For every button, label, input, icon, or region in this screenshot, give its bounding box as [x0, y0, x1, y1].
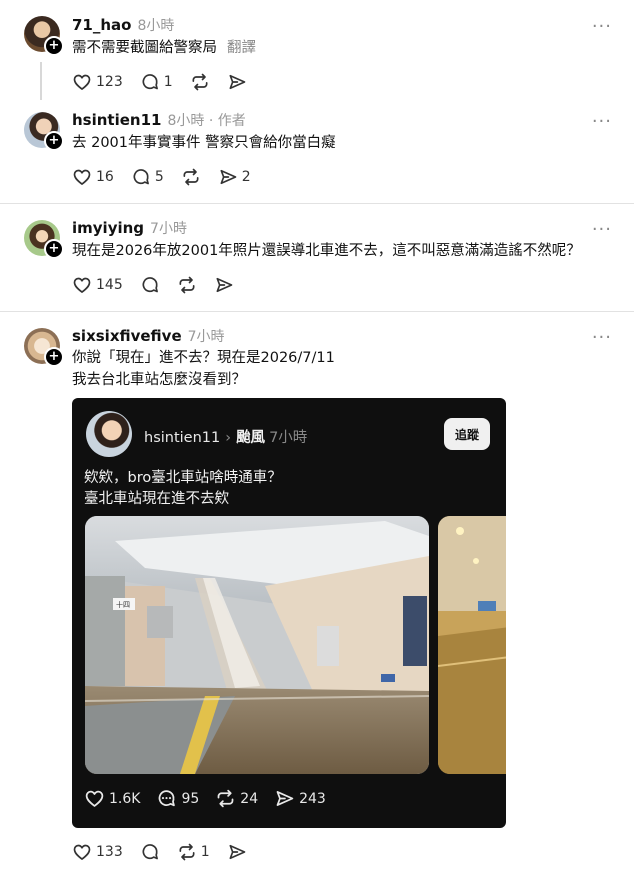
flooded-station-image: 十四	[85, 516, 429, 774]
repost-icon	[181, 167, 201, 187]
divider	[0, 311, 634, 312]
flooded-corridor-image	[438, 516, 506, 774]
share-icon	[227, 842, 247, 862]
post-text: 去 2001年事實事件 警察只會給你當白癡	[72, 135, 336, 151]
reply-button[interactable]: 1	[140, 72, 173, 92]
like-button[interactable]: 123	[72, 72, 123, 92]
share-icon	[214, 275, 234, 295]
share-button[interactable]	[214, 275, 234, 295]
follow-button[interactable]: 追蹤	[444, 418, 490, 450]
post-text-line-1: 你說「現在」進不去？現在是2026/7/11	[72, 350, 335, 366]
quoted-like-button[interactable]: 1.6K	[84, 788, 140, 809]
quoted-reply-button[interactable]: 95	[156, 788, 199, 809]
heart-icon	[72, 72, 92, 92]
plus-icon[interactable]: +	[44, 131, 64, 151]
repost-icon	[215, 788, 236, 809]
share-icon	[218, 167, 238, 187]
comment-icon	[140, 842, 160, 862]
post-time: 7小時	[150, 221, 187, 237]
post-text: 現在是2026年放2001年照片還誤導北車進不去，這不叫惡意滿滿造謠不然呢？	[72, 243, 581, 259]
like-count: 133	[96, 844, 123, 860]
quoted-like-count: 1.6K	[109, 790, 141, 807]
quoted-topic[interactable]: 颱風	[236, 430, 265, 446]
reply-count: 5	[154, 169, 164, 185]
like-count: 123	[96, 74, 123, 90]
share-button[interactable]: 2	[218, 167, 251, 187]
heart-icon	[72, 842, 92, 862]
quoted-time: 7小時	[269, 430, 308, 446]
quoted-post-card[interactable]: hsintien11 › 颱風 7小時 追蹤 欸欸，bro臺北車站啥時通車？ 臺北車站…	[72, 398, 506, 828]
share-button[interactable]	[227, 842, 247, 862]
reply-count: 1	[163, 74, 173, 90]
heart-icon	[72, 275, 92, 295]
repost-button[interactable]	[181, 167, 201, 187]
post-text-content: 需不需要截圖給警察局	[72, 40, 217, 56]
like-button[interactable]: 133	[72, 842, 123, 862]
repost-icon	[190, 72, 210, 92]
post-time: 7小時	[187, 329, 225, 345]
reply-button[interactable]	[140, 842, 160, 862]
more-icon[interactable]: ···	[592, 113, 612, 131]
flooded-station-photo[interactable]: 十四	[85, 516, 429, 774]
comment-icon	[140, 275, 160, 295]
like-button[interactable]: 16	[72, 167, 114, 187]
share-icon	[227, 72, 247, 92]
post-text: 需不需要截圖給警察局 翻譯	[72, 37, 256, 59]
comment-icon	[131, 167, 151, 187]
post-text-line-2: 我去台北車站怎麼沒看到？	[72, 372, 246, 388]
thread-line	[40, 62, 42, 100]
quoted-header: hsintien11 › 颱風 7小時	[144, 426, 307, 447]
more-icon[interactable]: ···	[592, 18, 612, 36]
like-count: 16	[96, 169, 114, 185]
post-time: 8小時 · 作者	[167, 113, 246, 129]
divider	[0, 203, 634, 204]
repost-icon	[177, 842, 197, 862]
share-button[interactable]	[227, 72, 247, 92]
more-icon[interactable]: ···	[592, 329, 612, 347]
flooded-station-photo-2[interactable]	[438, 516, 506, 774]
heart-icon	[72, 167, 92, 187]
quoted-avatar[interactable]	[86, 411, 132, 457]
quoted-repost-button[interactable]: 24	[215, 788, 258, 809]
comment-icon	[140, 72, 160, 92]
username[interactable]: imyiying 7小時	[72, 218, 187, 238]
quoted-reply-count: 95	[181, 790, 200, 807]
heart-icon	[84, 788, 105, 809]
username[interactable]: hsintien11 8小時 · 作者	[72, 110, 246, 130]
quoted-text-line-2: 臺北車站現在進不去欸	[84, 491, 229, 507]
repost-icon	[177, 275, 197, 295]
share-count: 2	[241, 169, 251, 185]
username[interactable]: sixsixfivefive 7小時	[72, 326, 225, 346]
username[interactable]: 71_hao 8小時	[72, 15, 174, 35]
plus-icon[interactable]: +	[44, 36, 64, 56]
reply-button[interactable]	[140, 275, 160, 295]
plus-icon[interactable]: +	[44, 347, 64, 367]
quoted-text-line-1: 欸欸，bro臺北車站啥時通車？	[84, 470, 282, 486]
chevron-right-icon: ›	[225, 430, 232, 446]
comment-icon	[156, 788, 177, 809]
quoted-username[interactable]: hsintien11	[144, 430, 220, 446]
translate-link[interactable]: 翻譯	[227, 40, 256, 56]
photo-sign-text: 十四	[116, 600, 130, 609]
repost-button[interactable]	[177, 275, 197, 295]
like-button[interactable]: 145	[72, 275, 123, 295]
quoted-share-button[interactable]: 243	[274, 788, 326, 809]
reply-button[interactable]: 5	[131, 167, 164, 187]
repost-button[interactable]: 1	[177, 842, 210, 862]
share-icon	[274, 788, 295, 809]
quoted-repost-count: 24	[240, 790, 259, 807]
plus-icon[interactable]: +	[44, 239, 64, 259]
like-count: 145	[96, 277, 123, 293]
more-icon[interactable]: ···	[592, 221, 612, 239]
post-time: 8小時	[137, 18, 175, 34]
repost-button[interactable]	[190, 72, 210, 92]
quoted-share-count: 243	[299, 790, 326, 807]
repost-count: 1	[200, 844, 210, 860]
